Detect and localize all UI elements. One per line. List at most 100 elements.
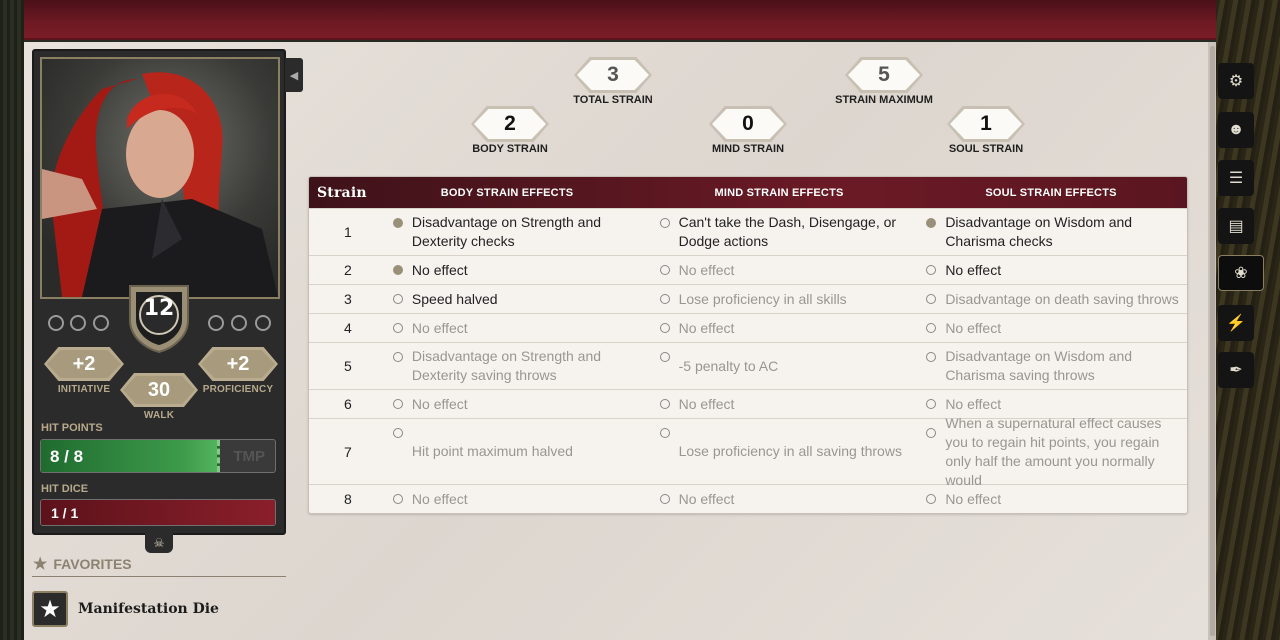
proficiency-badge: +2 (198, 347, 278, 381)
mind-effect-cell[interactable]: No effect (654, 485, 921, 513)
list-button[interactable]: ☰ (1218, 160, 1254, 196)
death-save-pip[interactable] (70, 315, 86, 331)
empty-circle-icon[interactable] (392, 294, 403, 304)
empty-circle-icon[interactable] (659, 428, 670, 438)
strain-maximum-value: 5 (848, 60, 920, 90)
body-effect-cell[interactable]: Hit point maximum halved (387, 419, 654, 484)
empty-circle-icon[interactable] (659, 218, 670, 228)
empty-circle-icon[interactable] (392, 352, 403, 362)
empty-circle-icon[interactable] (926, 294, 937, 304)
feather-button[interactable]: ✒ (1218, 352, 1254, 388)
strain-level-cell: 4 (344, 320, 352, 336)
strain-maximum-badge: 5 (845, 57, 923, 93)
walk-speed-badge[interactable]: 30 (120, 373, 198, 407)
empty-circle-icon[interactable] (926, 494, 937, 504)
mind-effect-cell[interactable]: No effect (654, 390, 921, 418)
soul-effect-cell[interactable]: Disadvantage on Wisdom and Charisma chec… (920, 209, 1187, 255)
soul-effect-cell[interactable]: No effect (920, 256, 1187, 284)
empty-circle-icon[interactable] (659, 323, 670, 333)
empty-circle-icon[interactable] (659, 494, 670, 504)
death-save-pip[interactable] (255, 315, 271, 331)
empty-circle-icon[interactable] (926, 399, 937, 409)
mind-effect-text: Lose proficiency in all skills (678, 290, 847, 307)
initiative-value: +2 (72, 352, 96, 375)
strain-level-cell: 7 (344, 443, 352, 460)
death-save-pip[interactable] (93, 315, 109, 331)
settings-button[interactable]: ⚙ (1218, 63, 1254, 99)
death-save-pip[interactable] (208, 315, 224, 331)
strain-level-cell: 8 (344, 491, 352, 507)
empty-circle-icon[interactable] (392, 399, 403, 409)
empty-circle-icon[interactable] (659, 352, 670, 362)
initiative-badge[interactable]: +2 (44, 347, 124, 381)
empty-circle-icon[interactable] (392, 323, 403, 333)
mind-effect-cell[interactable]: No effect (654, 314, 921, 342)
temp-hp-field[interactable]: TMP (233, 448, 265, 465)
left-background (0, 0, 24, 640)
filled-circle-icon[interactable] (392, 265, 403, 275)
body-effect-text: Disadvantage on Strength and Dexterity c… (411, 214, 602, 249)
death-save-pip[interactable] (231, 315, 247, 331)
body-effect-cell[interactable]: Disadvantage on Strength and Dexterity s… (387, 343, 654, 389)
soul-effect-cell[interactable]: No effect (920, 485, 1187, 513)
strain-column-header: Strain (317, 184, 367, 201)
body-strain-label: BODY STRAIN (472, 143, 548, 155)
skull-tab-button[interactable]: ☠ (145, 533, 173, 553)
death-save-pip[interactable] (48, 315, 64, 331)
mind-strain-value: 0 (712, 109, 784, 139)
empty-circle-icon[interactable] (659, 294, 670, 304)
mind-effect-cell[interactable]: Lose proficiency in all saving throws (654, 419, 921, 484)
character-portrait[interactable] (40, 57, 280, 299)
hit-dice-bar[interactable]: 1 / 1 (40, 499, 276, 526)
hit-points-bar[interactable]: 8 / 8 TMP (40, 439, 276, 473)
filled-circle-icon[interactable] (392, 218, 403, 228)
empty-circle-icon[interactable] (659, 265, 670, 275)
body-effect-cell[interactable]: No effect (387, 390, 654, 418)
empty-circle-icon[interactable] (926, 265, 937, 275)
body-effect-cell[interactable]: No effect (387, 485, 654, 513)
scrollbar-thumb[interactable] (1210, 46, 1215, 636)
soul-effect-cell[interactable]: No effect (920, 314, 1187, 342)
character-button[interactable]: ☻ (1218, 112, 1254, 148)
mind-strain-label: MIND STRAIN (711, 143, 785, 155)
total-strain-label: TOTAL STRAIN (573, 94, 653, 106)
mind-effect-cell[interactable]: Lose proficiency in all skills (654, 285, 921, 313)
body-strain-badge[interactable]: 2 (471, 106, 549, 142)
empty-circle-icon[interactable] (926, 428, 937, 438)
favorite-item-label: Manifestation Die (78, 601, 219, 617)
soul-strain-badge[interactable]: 1 (947, 106, 1025, 142)
soul-effect-text: No effect (945, 319, 1002, 336)
filled-circle-icon[interactable] (926, 218, 937, 228)
favorites-heading: ★ FAVORITES (33, 554, 132, 574)
mind-effect-cell[interactable]: No effect (654, 256, 921, 284)
empty-circle-icon[interactable] (926, 352, 937, 362)
body-effect-cell[interactable]: No effect (387, 314, 654, 342)
body-effect-cell[interactable]: Speed halved (387, 285, 654, 313)
skull-icon: ☠ (153, 536, 165, 550)
mind-effect-cell[interactable]: -5 penalty to AC (654, 343, 921, 389)
lightning-button[interactable]: ⚡ (1218, 305, 1254, 341)
empty-circle-icon[interactable] (392, 494, 403, 504)
soul-effect-cell[interactable]: Disadvantage on Wisdom and Charisma savi… (920, 343, 1187, 389)
brain-button[interactable]: ❀ (1218, 255, 1264, 291)
body-effect-cell[interactable]: Disadvantage on Strength and Dexterity c… (387, 209, 654, 255)
caret-left-icon: ◀ (289, 69, 299, 82)
empty-circle-icon[interactable] (392, 428, 403, 438)
body-effect-text: No effect (411, 261, 468, 278)
hit-dice-value: 1 / 1 (51, 505, 79, 521)
strain-level-cell: 5 (344, 358, 352, 374)
empty-circle-icon[interactable] (926, 323, 937, 333)
book-button[interactable]: ▤ (1218, 208, 1254, 244)
list-icon: ☰ (1228, 170, 1244, 187)
lightning-icon: ⚡ (1226, 315, 1246, 332)
soul-effects-column-header: SOUL STRAIN EFFECTS (985, 186, 1117, 199)
strain-level-cell: 3 (344, 291, 352, 307)
body-effect-cell[interactable]: No effect (387, 256, 654, 284)
soul-effect-cell[interactable]: Disadvantage on death saving throws (920, 285, 1187, 313)
soul-effect-cell[interactable]: When a supernatural effect causes you to… (920, 415, 1187, 488)
favorite-item[interactable]: ★ Manifestation Die (32, 591, 219, 627)
mind-strain-badge[interactable]: 0 (709, 106, 787, 142)
empty-circle-icon[interactable] (659, 399, 670, 409)
collapse-panel-button[interactable]: ◀ (285, 58, 303, 92)
mind-effect-cell[interactable]: Can't take the Dash, Disengage, or Dodge… (654, 209, 921, 255)
